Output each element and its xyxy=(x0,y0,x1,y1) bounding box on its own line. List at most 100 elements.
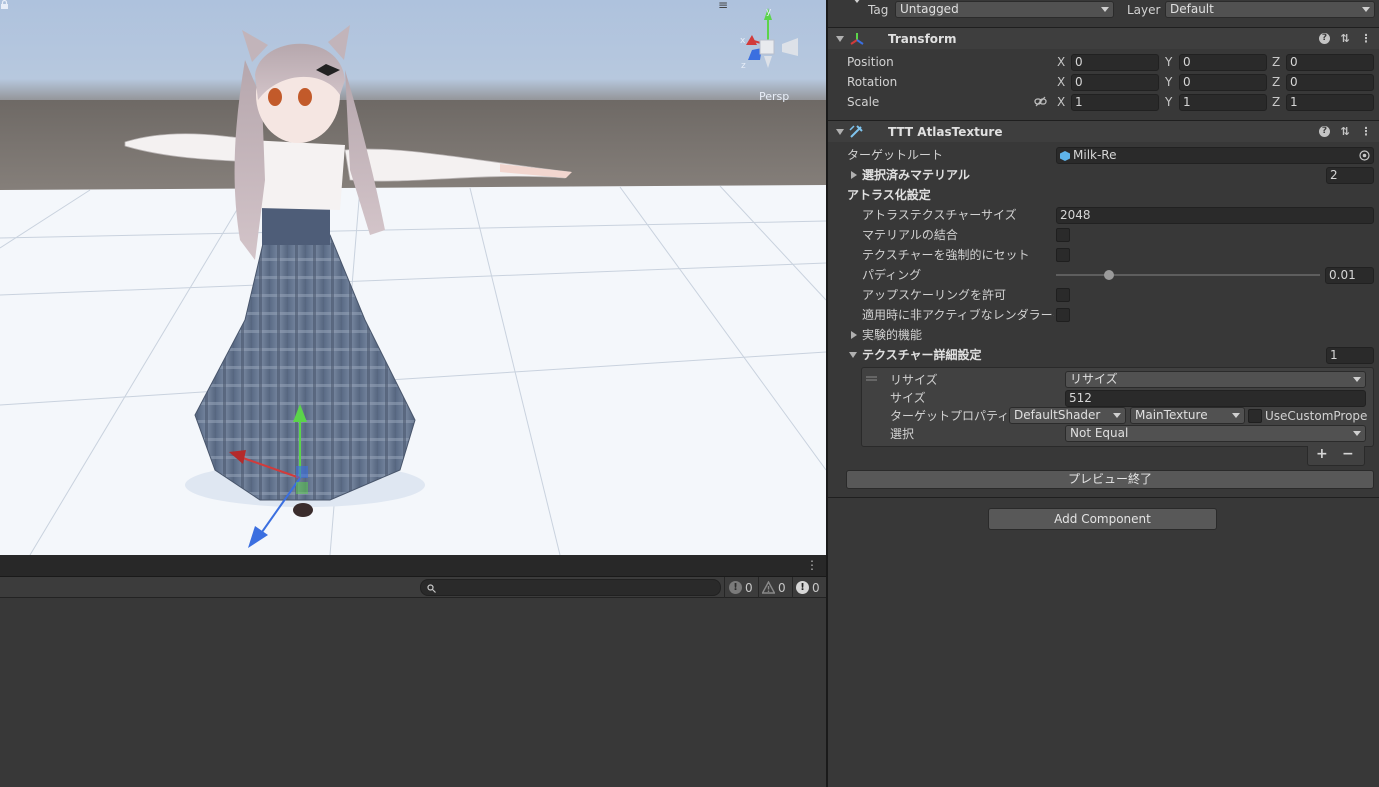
foldout-arrow-icon[interactable] xyxy=(849,352,857,358)
texture-detail-count[interactable]: 1 xyxy=(1326,347,1374,364)
axis-y-label: Y xyxy=(1165,95,1173,109)
chevron-down-icon xyxy=(1353,377,1361,382)
axis-x-label: X xyxy=(1057,55,1066,69)
atlas-settings-label: アトラス化設定 xyxy=(847,188,931,202)
chevron-down-icon xyxy=(1101,7,1109,12)
selected-materials-count[interactable]: 2 xyxy=(1326,167,1374,184)
projection-label[interactable]: Persp xyxy=(759,90,789,103)
console-search-input[interactable] xyxy=(441,580,711,595)
warning-icon xyxy=(762,581,775,594)
preview-end-button[interactable]: プレビュー終了 xyxy=(846,470,1374,489)
scale-x-field[interactable]: 1 xyxy=(1071,94,1159,111)
target-root-label: ターゲットルート xyxy=(847,148,944,162)
scale-y-field[interactable]: 1 xyxy=(1179,94,1267,111)
tag-label: Tag xyxy=(868,3,889,17)
position-x-field[interactable]: 0 xyxy=(1071,54,1159,71)
shader-dropdown[interactable]: DefaultShader xyxy=(1009,407,1126,424)
padding-slider-thumb[interactable] xyxy=(1103,270,1114,280)
scene-viewport[interactable]: x y z xyxy=(0,0,826,555)
layer-dropdown[interactable]: Default xyxy=(1165,1,1375,18)
include-inactive-label: 適用時に非アクティブなレンダラーを含める xyxy=(862,308,1054,322)
size-field[interactable]: 512 xyxy=(1065,390,1366,407)
experimental-label[interactable]: 実験的機能 xyxy=(862,326,922,344)
chevron-down-icon xyxy=(1113,413,1121,418)
info-icon: ! xyxy=(729,581,742,594)
help-icon[interactable]: ? xyxy=(1319,32,1330,44)
merge-materials-checkbox[interactable] xyxy=(1056,228,1070,242)
foldout-arrow-icon[interactable] xyxy=(851,171,857,179)
toolbar-separator xyxy=(724,577,725,598)
foldout-arrow-icon[interactable] xyxy=(851,331,857,339)
help-icon[interactable]: ? xyxy=(1319,125,1330,137)
resize-dropdown[interactable]: リサイズ xyxy=(1065,371,1366,388)
info-count-toggle[interactable]: ! 0 xyxy=(729,579,753,596)
axis-x-label: X xyxy=(1057,75,1066,89)
tag-value: Untagged xyxy=(900,2,959,16)
texture-detail-label[interactable]: テクスチャー詳細設定 xyxy=(862,346,982,364)
console-toolbar: ! 0 0 ! 0 xyxy=(0,577,826,598)
lock-icon[interactable] xyxy=(0,0,9,9)
rotation-label: Rotation xyxy=(847,75,898,89)
target-root-value: Milk-Re xyxy=(1073,148,1117,162)
axis-x-label: X xyxy=(1057,95,1066,109)
position-label: Position xyxy=(847,55,894,69)
rotation-z-field[interactable]: 0 xyxy=(1286,74,1374,91)
warning-count-toggle[interactable]: 0 xyxy=(762,579,786,596)
rotation-x-field[interactable]: 0 xyxy=(1071,74,1159,91)
force-set-texture-checkbox[interactable] xyxy=(1056,248,1070,262)
use-custom-property-checkbox[interactable] xyxy=(1248,409,1262,423)
info-count: 0 xyxy=(745,580,753,595)
allow-upscaling-checkbox[interactable] xyxy=(1056,288,1070,302)
foldout-arrow-icon[interactable] xyxy=(836,129,844,135)
axis-z-label: Z xyxy=(1272,55,1281,69)
scale-z-field[interactable]: 1 xyxy=(1286,94,1374,111)
use-custom-property-label: UseCustomProper xyxy=(1265,409,1367,423)
texture-property-dropdown[interactable]: MainTexture xyxy=(1130,407,1245,424)
context-menu-icon[interactable]: ⋮ xyxy=(1360,32,1372,45)
error-count: 0 xyxy=(812,580,820,595)
atlas-texture-header[interactable]: TTT AtlasTexture ? ⇅ ⋮ xyxy=(828,120,1379,142)
toolbar-separator xyxy=(758,577,759,598)
position-z-field[interactable]: 0 xyxy=(1286,54,1374,71)
add-component-button[interactable]: Add Component xyxy=(988,508,1217,530)
atlas-size-field[interactable]: 2048 xyxy=(1056,207,1374,224)
object-picker-icon[interactable] xyxy=(1359,150,1370,161)
force-set-texture-label: テクスチャーを強制的にセット xyxy=(862,248,1030,262)
select-label: 選択 xyxy=(890,427,915,441)
rotation-y-field[interactable]: 0 xyxy=(1179,74,1267,91)
axis-y-label: Y xyxy=(1165,55,1173,69)
scene-view[interactable]: x y z ≡ Persp xyxy=(0,0,826,555)
toolbar-separator xyxy=(792,577,793,598)
constrain-proportions-icon[interactable] xyxy=(1034,96,1047,107)
tag-dropdown[interactable]: Untagged xyxy=(895,1,1114,18)
padding-slider-track[interactable] xyxy=(1056,274,1320,276)
target-root-field[interactable]: Milk-Re xyxy=(1056,147,1374,164)
drag-handle-icon[interactable] xyxy=(866,376,877,382)
atlas-texture-title: TTT AtlasTexture xyxy=(888,125,1003,139)
console-search[interactable] xyxy=(420,579,721,596)
header-dropdown-icon[interactable] xyxy=(853,0,861,4)
presets-icon[interactable]: ⇅ xyxy=(1339,32,1351,45)
layer-label: Layer xyxy=(1127,3,1161,17)
error-icon: ! xyxy=(796,581,809,594)
merge-materials-label: マテリアルの結合 xyxy=(862,228,958,242)
scale-label: Scale xyxy=(847,95,880,109)
scene-options-icon[interactable]: ≡ xyxy=(718,0,728,12)
selected-materials-label[interactable]: 選択済みマテリアル xyxy=(862,166,970,184)
select-dropdown[interactable]: Not Equal xyxy=(1065,425,1366,442)
add-item-button[interactable]: + xyxy=(1316,446,1328,462)
remove-item-button[interactable]: − xyxy=(1342,446,1354,462)
foldout-arrow-icon[interactable] xyxy=(836,36,844,42)
include-inactive-checkbox[interactable] xyxy=(1056,308,1070,322)
texture-property-value: MainTexture xyxy=(1135,408,1208,422)
console-menu-icon[interactable]: ⋮ xyxy=(806,558,818,572)
padding-field[interactable]: 0.01 xyxy=(1325,267,1374,284)
console-tab-bar: ⋮ xyxy=(0,555,826,577)
axis-z-label: Z xyxy=(1272,75,1281,89)
error-count-toggle[interactable]: ! 0 xyxy=(796,579,820,596)
svg-text:z: z xyxy=(741,61,746,71)
position-y-field[interactable]: 0 xyxy=(1179,54,1267,71)
context-menu-icon[interactable]: ⋮ xyxy=(1360,125,1372,138)
presets-icon[interactable]: ⇅ xyxy=(1339,125,1351,138)
transform-header[interactable]: Transform ? ⇅ ⋮ xyxy=(828,27,1379,49)
